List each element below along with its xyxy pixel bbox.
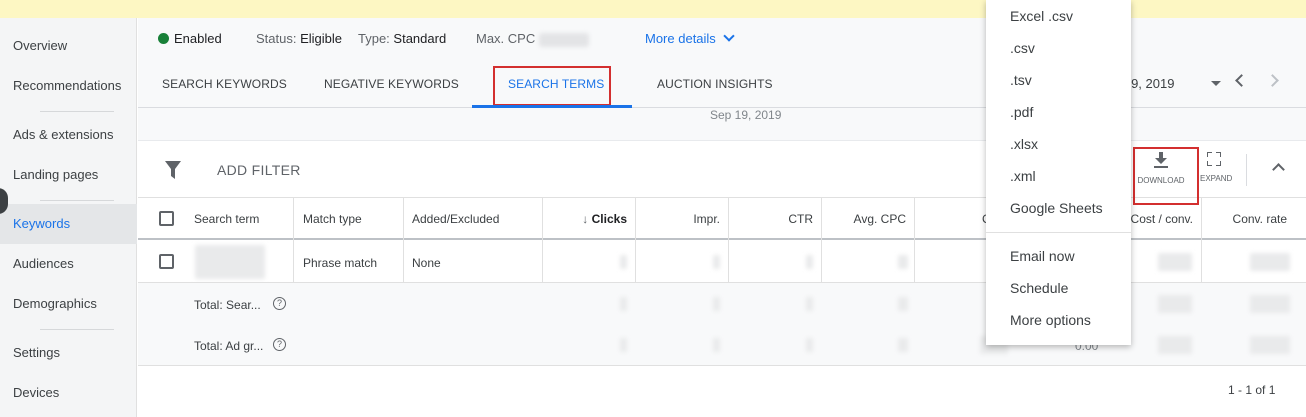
column-header-clicks[interactable]: ↓ Clicks — [543, 198, 627, 240]
type-label: Type: — [358, 31, 390, 46]
nav-item-ads-extensions[interactable]: Ads & extensions — [0, 115, 137, 155]
enabled-status-dot-icon — [158, 33, 169, 44]
menu-item-tsv[interactable]: .tsv — [1010, 72, 1032, 88]
row-checkbox[interactable] — [159, 254, 174, 269]
chevron-down-icon — [723, 30, 735, 42]
total-search-terms-label: Total: Sear... — [194, 298, 261, 312]
column-header-ctr[interactable]: CTR — [729, 198, 813, 240]
menu-item-schedule[interactable]: Schedule — [1010, 280, 1068, 296]
column-header-added-excluded[interactable]: Added/Excluded — [412, 198, 499, 240]
expand-icon — [1207, 152, 1221, 166]
status-label: Status: — [256, 31, 297, 46]
cost-per-conv-redacted — [1158, 253, 1192, 271]
caret-down-icon[interactable] — [1211, 81, 1221, 86]
menu-divider — [986, 232, 1131, 233]
more-details-label: More details — [645, 31, 716, 46]
menu-item-pdf[interactable]: .pdf — [1010, 104, 1033, 120]
column-header-match-type[interactable]: Match type — [303, 198, 362, 240]
column-header-search-term[interactable]: Search term — [194, 198, 259, 240]
download-format-menu: Excel .csv .csv .tsv .pdf .xlsx .xml Goo… — [986, 0, 1131, 345]
enabled-status-text: Enabled — [174, 31, 222, 46]
menu-item-xlsx[interactable]: .xlsx — [1010, 136, 1038, 152]
menu-item-excel-csv[interactable]: Excel .csv — [1010, 8, 1073, 24]
expand-label: EXPAND — [1200, 174, 1233, 183]
nav-item-recommendations[interactable]: Recommendations — [0, 66, 137, 106]
avg-cpc-redacted — [898, 297, 908, 311]
conv-rate-redacted — [1250, 336, 1290, 354]
nav-item-settings[interactable]: Settings — [0, 333, 137, 373]
toolbar-divider — [1246, 154, 1247, 186]
more-details-link[interactable]: More details — [645, 30, 735, 46]
cost-per-conv-redacted — [1158, 295, 1192, 313]
ctr-redacted — [806, 297, 813, 311]
menu-item-email-now[interactable]: Email now — [1010, 248, 1075, 264]
menu-item-more-options[interactable]: More options — [1010, 312, 1091, 328]
max-cpc-value-redacted — [538, 32, 589, 47]
download-icon — [1154, 152, 1168, 168]
nav-divider — [40, 111, 114, 112]
clicks-redacted — [620, 255, 627, 269]
pagination-count: 1 - 1 of 1 — [1228, 383, 1276, 397]
nav-item-landing-pages[interactable]: Landing pages — [0, 155, 137, 195]
nav-divider — [40, 329, 114, 330]
nav-item-overview[interactable]: Overview — [0, 26, 137, 66]
row-added-excluded: None — [412, 256, 441, 270]
expand-button[interactable]: EXPAND — [1200, 152, 1232, 183]
add-filter-button[interactable]: ADD FILTER — [217, 162, 301, 178]
clicks-redacted — [620, 297, 627, 311]
tab-negative-keywords[interactable]: NEGATIVE KEYWORDS — [324, 77, 459, 91]
avg-cpc-redacted — [898, 255, 908, 269]
clicks-redacted — [620, 338, 627, 352]
menu-item-google-sheets[interactable]: Google Sheets — [1010, 200, 1103, 216]
impressions-redacted — [713, 297, 720, 311]
sort-arrow-down-icon: ↓ — [582, 212, 589, 226]
nav-item-audiences[interactable]: Audiences — [0, 244, 137, 284]
menu-item-xml[interactable]: .xml — [1010, 168, 1036, 184]
side-navigation: Overview Recommendations Ads & extension… — [0, 18, 137, 417]
tab-search-keywords[interactable]: SEARCH KEYWORDS — [162, 77, 287, 91]
avg-cpc-redacted — [898, 338, 908, 352]
column-header-avg-cpc[interactable]: Avg. CPC — [822, 198, 906, 240]
status-value: Eligible — [300, 31, 343, 46]
download-label: DOWNLOAD — [1137, 176, 1185, 185]
nav-item-demographics[interactable]: Demographics — [0, 284, 137, 324]
conv-rate-redacted — [1250, 295, 1290, 313]
row-match-type: Phrase match — [303, 256, 378, 270]
chevron-right-icon[interactable] — [1266, 74, 1279, 87]
cost-per-conv-redacted — [1158, 336, 1192, 354]
help-icon[interactable]: ? — [273, 338, 286, 351]
select-all-checkbox[interactable] — [159, 211, 174, 226]
date-subtitle: Sep 19, 2019 — [710, 108, 782, 122]
search-term-redacted — [195, 245, 265, 279]
nav-item-keywords[interactable]: Keywords — [0, 204, 137, 244]
conv-rate-redacted — [1250, 253, 1290, 271]
impressions-redacted — [713, 338, 720, 352]
type-value: Standard — [393, 31, 447, 46]
menu-item-csv[interactable]: .csv — [1010, 40, 1035, 56]
impressions-redacted — [713, 255, 720, 269]
ctr-redacted — [806, 255, 813, 269]
column-header-conv-rate[interactable]: Conv. rate — [1202, 198, 1287, 240]
ctr-redacted — [806, 338, 813, 352]
max-cpc-label: Max. CPC — [476, 31, 536, 46]
download-button[interactable]: DOWNLOAD — [1136, 152, 1186, 185]
clicks-header-label: Clicks — [591, 212, 627, 226]
chevron-up-icon[interactable] — [1272, 163, 1285, 176]
column-header-impressions[interactable]: Impr. — [636, 198, 720, 240]
total-ad-group-label: Total: Ad gr... — [194, 339, 264, 353]
filter-icon[interactable] — [165, 161, 181, 179]
nav-divider — [40, 200, 114, 201]
tab-auction-insights[interactable]: AUCTION INSIGHTS — [657, 77, 773, 91]
chevron-left-icon[interactable] — [1235, 74, 1248, 87]
help-icon[interactable]: ? — [273, 297, 286, 310]
tab-search-terms[interactable]: SEARCH TERMS — [508, 77, 604, 91]
nav-item-devices[interactable]: Devices — [0, 373, 137, 413]
